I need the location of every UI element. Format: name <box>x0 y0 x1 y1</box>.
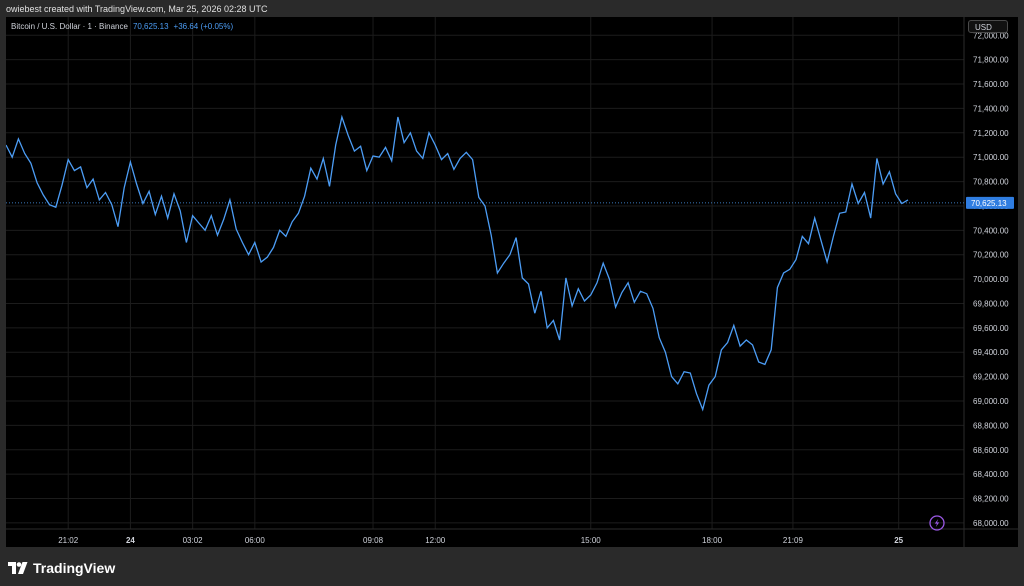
grid-lines <box>6 17 964 529</box>
y-tick-label: 69,000.00 <box>973 397 1009 406</box>
y-tick-label: 71,600.00 <box>973 80 1009 89</box>
y-tick-label: 71,200.00 <box>973 129 1009 138</box>
last-price-label: 70,625.13 <box>971 199 1007 208</box>
y-tick-label: 70,800.00 <box>973 178 1009 187</box>
y-tick-label: 68,600.00 <box>973 446 1009 455</box>
axis-layer: 72,000.0071,800.0071,600.0071,400.0071,2… <box>6 17 1018 547</box>
x-tick-label: 06:00 <box>245 536 266 545</box>
x-tick-label: 03:02 <box>183 536 204 545</box>
y-tick-label: 69,400.00 <box>973 348 1009 357</box>
y-tick-label: 70,400.00 <box>973 226 1009 235</box>
tradingview-logo-icon <box>8 562 28 574</box>
symbol-name: Bitcoin / U.S. Dollar · 1 · Binance <box>11 22 128 31</box>
y-tick-label: 71,800.00 <box>973 56 1009 65</box>
brand-name: TradingView <box>33 560 116 576</box>
y-tick-label: 68,400.00 <box>973 470 1009 479</box>
legend-price: 70,625.13 <box>132 22 169 31</box>
currency-button[interactable]: USD <box>968 20 1008 33</box>
last-price-badge: 70,625.13 <box>966 196 1014 209</box>
x-tick-label: 21:02 <box>58 536 79 545</box>
chart-caption: owiebest created with TradingView.com, M… <box>6 4 268 14</box>
y-tick-label: 71,400.00 <box>973 104 1009 113</box>
y-tick-label: 70,000.00 <box>973 275 1009 284</box>
y-tick-label: 71,000.00 <box>973 153 1009 162</box>
x-tick-label: 12:00 <box>425 536 446 545</box>
chart-panel[interactable]: 72,000.00 71,800.00 71,600.00 71,400.00 71,2… <box>6 17 1018 547</box>
y-tick-label: 68,000.00 <box>973 519 1009 528</box>
x-tick-label: 24 <box>126 536 135 545</box>
y-tick-label: 69,600.00 <box>973 324 1009 333</box>
price-chart[interactable]: 72,000.0071,800.0071,600.0071,400.0071,2… <box>6 17 1018 547</box>
x-tick-label: 25 <box>894 536 903 545</box>
y-tick-label: 70,200.00 <box>973 251 1009 260</box>
symbol-legend[interactable]: Bitcoin / U.S. Dollar · 1 · Binance 70,6… <box>11 22 233 31</box>
y-tick-label: 69,800.00 <box>973 299 1009 308</box>
tradingview-footer: TradingView <box>8 559 115 577</box>
x-tick-label: 18:00 <box>702 536 723 545</box>
y-tick-label: 68,200.00 <box>973 495 1009 504</box>
x-tick-label: 21:09 <box>783 536 804 545</box>
x-tick-label: 15:00 <box>581 536 602 545</box>
x-tick-label: 09:08 <box>363 536 384 545</box>
price-line-series <box>6 114 909 412</box>
legend-change: +36.64 (+0.05%) <box>173 22 234 31</box>
y-tick-label: 69,200.00 <box>973 373 1009 382</box>
y-tick-label: 68,800.00 <box>973 421 1009 430</box>
